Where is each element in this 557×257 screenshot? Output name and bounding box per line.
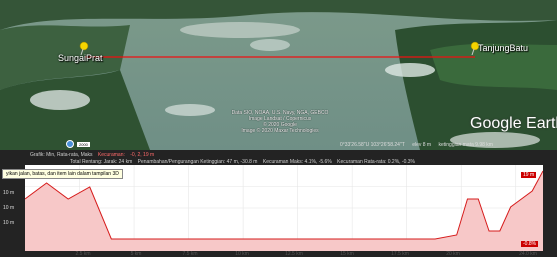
- attribution-line: Image © 2020 Maxar Technologies: [241, 128, 319, 134]
- y-tick-label: 10 m: [3, 190, 15, 196]
- place-label-tanjungbatu[interactable]: TanjungBatu: [478, 43, 528, 53]
- elevation-readout: elev 8 m: [412, 142, 432, 148]
- y-tick-label: 10 m: [3, 220, 15, 226]
- status-bar: 0°33'26.58"U 103°26'58.24"T elev 8 m ket…: [340, 142, 499, 148]
- google-earth-logo: Google Earth: [470, 115, 557, 132]
- slope-value: -0, 2, 19 m: [130, 152, 155, 158]
- grade-badge: -0.8%: [521, 241, 539, 247]
- map-view[interactable]: SungaiPrat TanjungBatu Data SIO, NOAA, U…: [0, 0, 557, 150]
- slope-label: Kecuraman:: [97, 152, 125, 158]
- globe-icon: [66, 140, 74, 148]
- y-tick-label: 10 m: [3, 205, 15, 211]
- graph-stats-label: Grafik: Min, Rata-rata, Maks: [30, 152, 93, 158]
- x-tick-label: 20 km: [446, 251, 460, 257]
- tooltip: yikan jalan, batas, dan item lain dalam …: [2, 169, 123, 179]
- x-tick-label: 5 km: [130, 251, 142, 257]
- scale-label: 2000: [77, 141, 90, 147]
- x-tick-label: 7.5 km: [182, 251, 198, 257]
- scale-badge: 2000: [66, 140, 90, 148]
- x-tick-label: 15 km: [340, 251, 354, 257]
- x-tick-label: 12.5 km: [285, 251, 303, 257]
- x-tick-label: 10 km: [235, 251, 249, 257]
- map-attribution: Data SIO, NOAA, U.S. Navy, NGA, GEBCO Im…: [210, 110, 350, 134]
- eye-altitude-readout: ketinggian mata 9.98 km: [438, 142, 493, 148]
- profile-stats-row: Grafik: Min, Rata-rata, Maks Kecuraman: …: [30, 152, 158, 158]
- x-tick-label: 24.0 km: [519, 251, 537, 257]
- x-tick-label: 17.5 km: [391, 251, 409, 257]
- x-tick-label: 2.5 km: [75, 251, 91, 257]
- max-elevation-badge: 19 m: [521, 172, 537, 178]
- coordinates-readout: 0°33'26.58"U 103°26'58.24"T: [340, 142, 405, 148]
- place-label-sungaiprat[interactable]: SungaiPrat: [58, 53, 103, 63]
